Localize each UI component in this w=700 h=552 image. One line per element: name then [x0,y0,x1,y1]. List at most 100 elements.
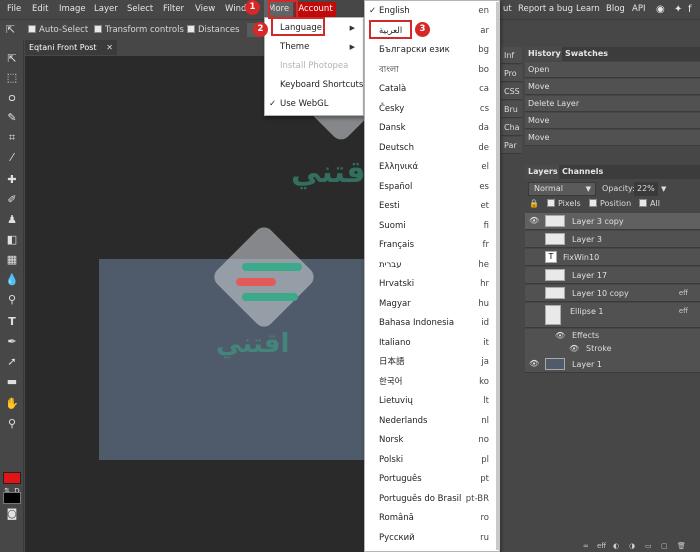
layer-row[interactable]: Layer 10 copy eff [525,285,700,302]
menu-view[interactable]: View [195,0,215,19]
layer-row[interactable]: Layer 17 [525,267,700,284]
add-effect-button[interactable]: eff [597,540,606,552]
character-panel-tab[interactable]: Cha [501,119,522,136]
language-item-ca[interactable]: Català ca [365,80,499,100]
tab-swatches[interactable]: Swatches [562,47,611,61]
brush-panel-tab[interactable]: Bru [501,101,522,118]
transform-controls-checkbox[interactable]: Transform controls [94,20,184,40]
language-item-ja[interactable]: 日本語 ja [365,353,499,373]
language-item-pl[interactable]: Polski pl [365,451,499,471]
quick-mask-icon[interactable]: ◙ [4,506,20,522]
language-item-el[interactable]: Ελληνικά el [365,158,499,178]
menu-item-use-webgl[interactable]: ✓ Use WebGL [265,95,363,114]
close-tab-icon[interactable]: ✕ [106,40,113,55]
blend-mode-select[interactable]: Normal ▼ [528,182,596,196]
language-item-id[interactable]: Bahasa Indonesia id [365,314,499,334]
css-panel-tab[interactable]: CSS [501,83,522,100]
delete-layer-icon[interactable]: 🗑 [677,540,686,552]
tab-history[interactable]: History [525,47,564,61]
lock-pixels-checkbox[interactable]: Pixels [547,198,581,210]
healing-tool-icon[interactable]: ✚ [4,172,20,188]
account-button[interactable]: Account [295,2,336,17]
menu-image[interactable]: Image [59,0,86,19]
language-item-hr[interactable]: Hrvatski hr [365,275,499,295]
lock-position-checkbox[interactable]: Position [589,198,631,210]
language-item-hu[interactable]: Magyar hu [365,295,499,315]
layer-row[interactable]: Layer 3 [525,231,700,248]
language-item-fi[interactable]: Suomi fi [365,217,499,237]
history-item[interactable]: Move [525,79,700,95]
lock-all-checkbox[interactable]: All [639,198,660,210]
menu-file[interactable]: File [7,0,21,19]
opacity-input[interactable]: 22% [634,182,658,196]
menu-edit[interactable]: Edit [32,0,48,19]
blur-tool-icon[interactable]: 💧 [4,272,20,288]
quick-select-tool-icon[interactable]: ✎ [4,110,20,126]
menu-item-keyboard-shortcuts[interactable]: Keyboard Shortcuts [265,76,363,95]
brush-tool-icon[interactable]: ✐ [4,192,20,208]
new-layer-icon[interactable]: ▢ [661,540,668,552]
learn-link[interactable]: Learn [576,0,600,19]
language-item-lt[interactable]: Lietuvių lt [365,392,499,412]
link-layers-icon[interactable]: ∞ [583,540,589,552]
auto-select-checkbox[interactable]: Auto-Select [28,20,88,40]
language-item-he[interactable]: עברית he [365,256,499,276]
eye-icon[interactable]: 👁 [529,216,539,225]
eyedropper-tool-icon[interactable]: ⁄ [4,150,20,166]
language-item-no[interactable]: Norsk no [365,431,499,451]
hand-tool-icon[interactable]: ✋ [4,396,20,412]
history-item[interactable]: Delete Layer [525,96,700,112]
layer-row[interactable]: Ellipse 1 eff [525,303,700,328]
language-item-et[interactable]: Eesti et [365,197,499,217]
language-item-it[interactable]: Italiano it [365,334,499,354]
language-menu-scrollbar[interactable] [496,2,500,550]
lasso-tool-icon[interactable]: ᴑ [4,90,20,106]
info-panel-tab[interactable]: Inf [501,47,522,64]
paragraph-panel-tab[interactable]: Par [501,137,522,154]
menu-window[interactable]: Wind [225,0,246,19]
effects-badge[interactable]: eff [679,285,688,302]
language-item-ro[interactable]: Română ro [365,509,499,529]
language-item-pt[interactable]: Português pt [365,470,499,490]
effects-eye-icon[interactable]: 👁 [555,330,565,342]
menu-layer[interactable]: Layer [94,0,118,19]
opacity-dropdown-icon[interactable]: ▼ [661,182,666,196]
language-item-cs[interactable]: Česky cs [365,100,499,120]
history-item[interactable]: Move [525,113,700,129]
eraser-tool-icon[interactable]: ◧ [4,232,20,248]
properties-panel-tab[interactable]: Pro [501,65,522,82]
move-tool-options-icon[interactable]: ⇱ [6,20,15,40]
menu-about-partial[interactable]: ut [503,0,512,19]
language-item-bg[interactable]: Български език bg [365,41,499,61]
effects-badge[interactable]: eff [679,303,688,320]
menu-filter[interactable]: Filter [163,0,184,19]
history-item[interactable]: Open [525,62,700,78]
move-tool-icon[interactable]: ⇱ [4,51,20,67]
eye-icon[interactable]: 👁 [529,359,539,368]
report-bug-link[interactable]: Report a bug [518,0,573,19]
language-item-es[interactable]: Español es [365,178,499,198]
gradient-tool-icon[interactable]: ▦ [4,252,20,268]
language-item-da[interactable]: Dansk da [365,119,499,139]
language-item-de[interactable]: Deutsch de [365,139,499,159]
adjustment-icon[interactable]: ◑ [629,540,635,552]
layer-row[interactable]: T FixWin10 [525,249,700,266]
distances-checkbox[interactable]: Distances [187,20,240,40]
shape-tool-icon[interactable]: ▬ [4,374,20,390]
zoom-tool-icon[interactable]: ⚲ [4,416,20,432]
facebook-icon[interactable]: f [688,0,692,19]
menu-select[interactable]: Select [127,0,153,19]
language-item-ru[interactable]: Русский ru [365,529,499,549]
layer-row[interactable]: 👁 Layer 3 copy [525,213,700,230]
crop-tool-icon[interactable]: ⌗ [4,130,20,146]
mask-icon[interactable]: ◐ [613,540,619,552]
blog-link[interactable]: Blog [606,0,625,19]
dodge-tool-icon[interactable]: ⚲ [4,292,20,308]
tab-layers[interactable]: Layers [525,165,561,179]
api-link[interactable]: API [632,0,645,19]
pen-tool-icon[interactable]: ✒ [4,334,20,350]
clone-stamp-tool-icon[interactable]: ♟ [4,212,20,228]
language-item-nl[interactable]: Nederlands nl [365,412,499,432]
path-select-tool-icon[interactable]: ➚ [4,354,20,370]
menu-item-theme[interactable]: Theme ▶ [265,38,363,57]
